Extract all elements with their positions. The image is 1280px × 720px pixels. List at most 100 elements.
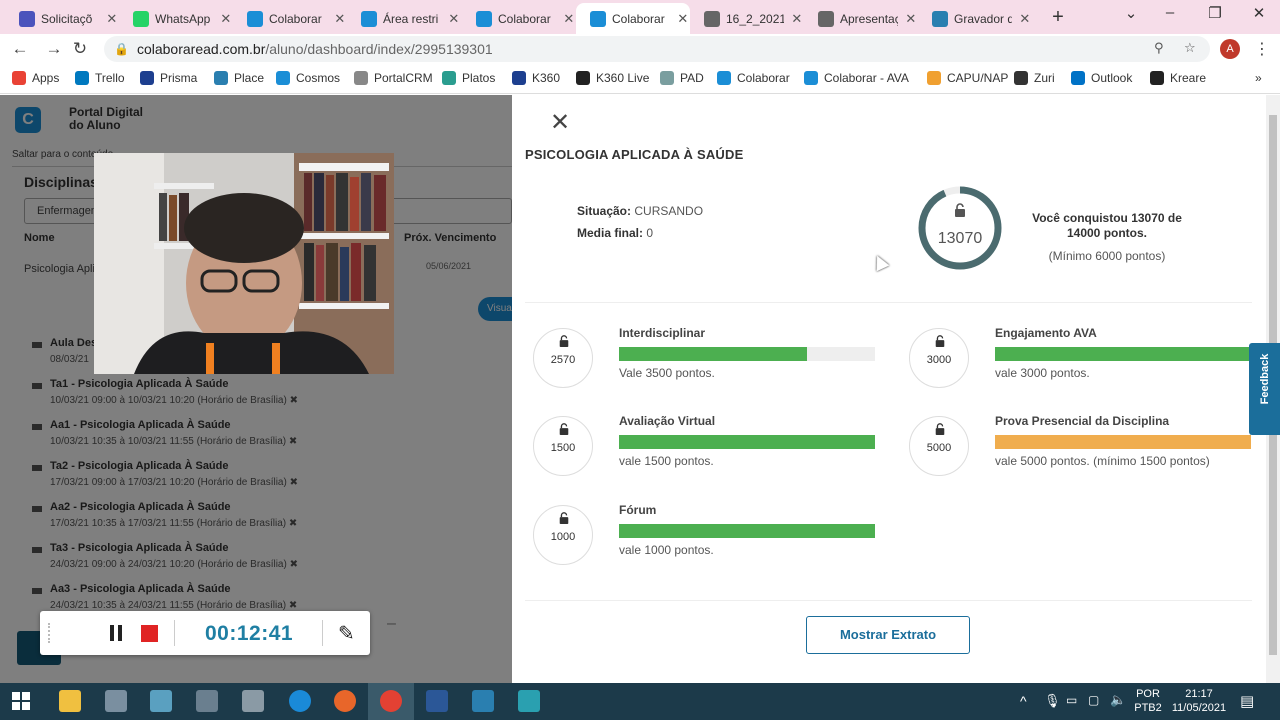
tab-close-icon[interactable]: ✕ [790,11,804,27]
address-bar[interactable]: 🔒 colaboraread.com.br/aluno/dashboard/in… [104,36,1210,62]
clock[interactable]: 21:17 11/05/2021 [1168,687,1230,715]
category-points-circle: 1500 [533,416,593,476]
edge-icon[interactable] [289,690,311,712]
bookmark-item[interactable]: Cosmos [276,71,340,85]
bookmark-icon [1014,71,1028,85]
recording-timer: 00:12:41 [205,622,294,645]
network-icon[interactable]: ▢ [1088,693,1099,707]
app-icon-3[interactable] [150,690,172,712]
category-points-circle: 2570 [533,328,593,388]
calculator-icon[interactable] [196,690,218,712]
forward-icon[interactable]: → [44,39,64,59]
word-doc-icon[interactable] [426,690,448,712]
bookmark-item[interactable]: Colaborar - AVA [804,71,909,85]
browser-tab[interactable]: Gravador d ✕ [918,3,1032,34]
language-indicator[interactable]: POR PTB2 [1134,687,1162,715]
discipline-points-modal: ✕ PSICOLOGIA APLICADA À SAÚDE Situação: … [512,95,1266,683]
tab-close-icon[interactable]: ✕ [562,11,576,27]
stop-icon[interactable] [141,625,158,642]
bookmark-item[interactable]: K360 [512,71,560,85]
tab-close-icon[interactable]: ✕ [904,11,918,27]
drag-handle[interactable] [48,623,52,643]
bookmark-item[interactable]: Apps [12,71,59,85]
chrome-icon[interactable] [380,690,402,712]
file-explorer-icon[interactable] [59,690,81,712]
tab-close-icon[interactable]: ✕ [105,11,119,27]
unlock-icon [955,203,965,217]
tab-close-icon[interactable]: ✕ [447,11,461,27]
more-bookmarks-icon[interactable]: » [1255,71,1262,85]
browser-tab[interactable]: Área restri ✕ [347,3,461,34]
browser-tab[interactable]: Apresentaç ✕ [804,3,918,34]
category-progress-fill [619,524,875,538]
tab-title: WhatsApp [155,11,211,26]
battery-icon[interactable]: ▭ [1066,693,1077,707]
draw-pen-icon[interactable]: ✎ [338,621,355,646]
browser-tab[interactable]: WhatsApp ✕ [119,3,233,34]
volume-icon[interactable]: 🔈 [1110,692,1126,708]
feedback-tab[interactable]: Feedback [1249,343,1280,435]
browser-tab[interactable]: Colaborar ✕ [576,3,690,34]
bookmark-item[interactable]: Colaborar [717,71,790,85]
tray-chevron-icon[interactable]: ^ [1020,693,1027,709]
zoom-icon[interactable]: ⚲ [1154,40,1164,56]
bookmark-item[interactable]: Prisma [140,71,197,85]
bookmark-label: Apps [32,71,60,85]
bookmark-item[interactable]: K360 Live [576,71,649,85]
window-close-icon[interactable]: ✕ [1249,4,1269,22]
tab-close-icon[interactable]: ✕ [333,11,347,27]
browser-tab[interactable]: 16_2_2021 ✕ [690,3,804,34]
feedback-label: Feedback [1259,353,1271,405]
category-points: 1500 [550,442,576,454]
points-donut-arc [918,186,1002,270]
bookmark-item[interactable]: Kreare [1150,71,1206,85]
back-icon[interactable]: ← [10,39,30,59]
bookmark-label: Colaborar [737,71,790,85]
browser-tab[interactable]: Solicitaçõ ✕ [5,3,119,34]
bookmark-item[interactable]: Zuri [1014,71,1055,85]
app-icon-2[interactable] [105,690,127,712]
tab-search-icon[interactable]: ⌄ [1121,4,1141,22]
category-points: 5000 [926,442,952,454]
bookmark-item[interactable]: Trello [75,71,125,85]
recorder-app-icon[interactable] [518,690,540,712]
category-name: Prova Presencial da Disciplina [995,414,1170,428]
microphone-icon[interactable]: 🎙 [1044,693,1061,709]
tab-title: Colaborar [612,11,665,26]
bookmark-icon [660,71,674,85]
tab-close-icon[interactable]: ✕ [676,11,690,27]
screen-recorder-bar: 00:12:41 ✎ – [40,611,396,655]
new-tab-button[interactable]: + [1048,6,1068,29]
bookmark-item[interactable]: Outlook [1071,71,1132,85]
close-modal-button[interactable]: ✕ [550,111,570,135]
bookmark-label: Zuri [1034,71,1055,85]
modal-divider-bottom [525,600,1252,601]
tab-close-icon[interactable]: ✕ [1018,11,1032,27]
bookmark-label: PAD [680,71,704,85]
bookmark-item[interactable]: Platos [442,71,495,85]
maximize-icon[interactable]: ❐ [1205,4,1225,22]
modal-divider-top [525,302,1252,303]
windows-start-icon[interactable] [12,692,30,710]
bookmark-item[interactable]: PAD [660,71,704,85]
firefox-icon[interactable] [334,690,356,712]
minimize-icon[interactable]: – [1160,4,1180,21]
bookmark-item[interactable]: Place [214,71,264,85]
image-app-icon[interactable] [472,690,494,712]
notifications-icon[interactable]: ▤ [1240,692,1254,710]
bookmark-star-icon[interactable]: ☆ [1184,40,1196,56]
browser-tab-bar: Solicitaçõ ✕ WhatsApp ✕ Colaborar ✕ Área restr… [0,0,1280,34]
reload-icon[interactable]: ↻ [70,39,90,59]
bookmark-item[interactable]: PortalCRM [354,71,433,85]
app-icon-5[interactable] [242,690,264,712]
pause-icon[interactable] [110,625,122,641]
browser-tab[interactable]: Colaborar ✕ [233,3,347,34]
tab-close-icon[interactable]: ✕ [219,11,233,27]
category-points-circle: 5000 [909,416,969,476]
show-statement-button[interactable]: Mostrar Extrato [806,616,970,654]
profile-avatar[interactable]: A [1220,39,1240,59]
browser-tab[interactable]: Colaborar ✕ [462,3,576,34]
browser-menu-icon[interactable]: ⋮ [1254,39,1270,59]
recorder-minimize-icon[interactable]: – [387,615,396,633]
bookmark-item[interactable]: CAPU/NAP [927,71,1008,85]
